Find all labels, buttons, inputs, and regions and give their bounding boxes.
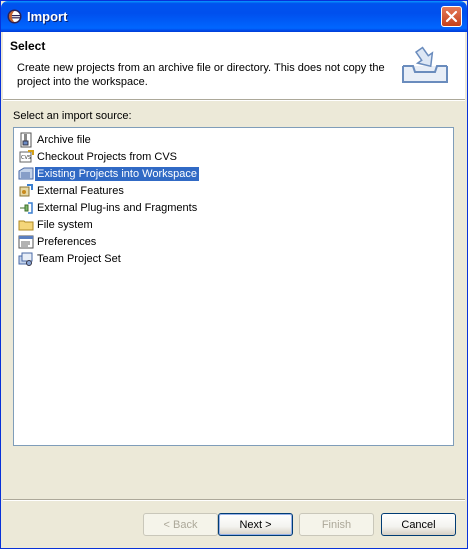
tree-item-label: Checkout Projects from CVS — [37, 151, 177, 163]
close-button[interactable] — [441, 6, 462, 27]
source-label: Select an import source: — [13, 110, 132, 122]
import-dialog: Import Select Create new projects from a… — [0, 0, 468, 549]
tree-item-label: External Features — [37, 185, 124, 197]
tree-item-label: Archive file — [37, 134, 91, 146]
tree-item-plugins[interactable]: External Plug-ins and Fragments — [18, 200, 199, 216]
tree-item-archive-file[interactable]: Archive file — [18, 132, 93, 148]
preferences-icon — [18, 234, 34, 250]
external-features-icon — [18, 183, 34, 199]
tree-item-cvs-checkout[interactable]: CVS Checkout Projects from CVS — [18, 149, 179, 165]
tree-item-label: External Plug-ins and Fragments — [37, 202, 198, 214]
tree-item-label: Preferences — [37, 236, 97, 248]
tree-item-label: Existing Projects into Workspace — [35, 167, 199, 181]
window-title: Import — [27, 9, 68, 24]
plugins-icon — [18, 200, 34, 216]
tree-item-file-system[interactable]: File system — [18, 217, 95, 233]
tree-item-preferences[interactable]: Preferences — [18, 234, 98, 250]
tree-item-team-project-set[interactable]: Team Project Set — [18, 251, 123, 267]
tree-item-label: Team Project Set — [37, 253, 121, 265]
svg-text:CVS: CVS — [21, 155, 31, 161]
cancel-button[interactable]: Cancel — [381, 513, 456, 536]
import-source-tree[interactable]: Archive file CVS Checkout Projects from … — [13, 127, 454, 446]
existing-projects-icon — [18, 166, 34, 182]
eclipse-icon — [7, 9, 22, 24]
import-wizard-icon — [399, 44, 451, 89]
next-button[interactable]: Next > — [218, 513, 293, 536]
title-bar[interactable]: Import — [1, 1, 467, 32]
folder-icon — [18, 217, 34, 233]
tree-item-external-features[interactable]: External Features — [18, 183, 126, 199]
team-project-set-icon — [18, 251, 34, 267]
finish-button[interactable]: Finish — [299, 513, 374, 536]
wizard-banner: Select Create new projects from an archi… — [3, 32, 465, 100]
page-description: Create new projects from an archive file… — [17, 62, 385, 88]
cvs-checkout-icon: CVS — [18, 149, 34, 165]
divider — [3, 100, 465, 101]
archive-file-icon — [18, 132, 34, 148]
tree-item-label: File system — [37, 219, 93, 231]
back-button[interactable]: < Back — [143, 513, 218, 536]
page-title: Select — [10, 39, 46, 53]
tree-item-existing-projects[interactable]: Existing Projects into Workspace — [18, 166, 199, 182]
